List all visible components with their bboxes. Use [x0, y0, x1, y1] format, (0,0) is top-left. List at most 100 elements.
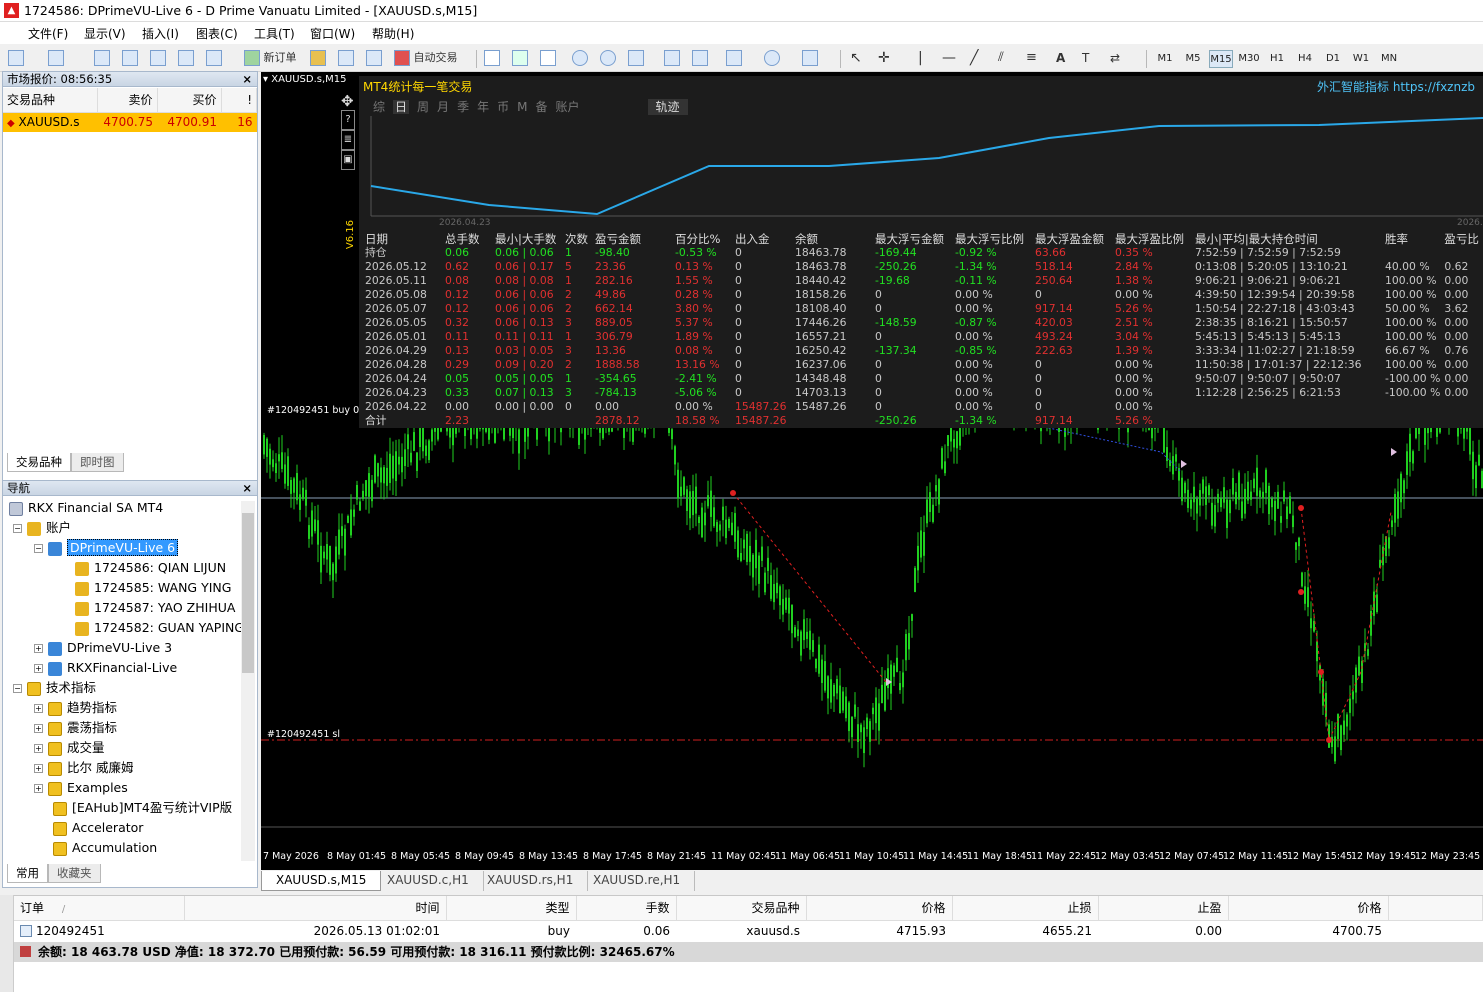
nav-oscillators[interactable]: + 震荡指标 — [34, 718, 117, 738]
crosshair-icon[interactable]: ✛ — [878, 49, 890, 67]
nav-eahub[interactable]: [EAHub]MT4盈亏统计VIP版 — [53, 798, 232, 818]
line-chart-icon[interactable] — [540, 49, 556, 67]
menu-help[interactable]: 帮助(H) — [372, 25, 414, 42]
tab-day[interactable]: 日 — [393, 100, 410, 114]
menu-view[interactable]: 显示(V) — [84, 25, 126, 42]
col-time[interactable]: 时间 — [184, 896, 447, 921]
nav-account-1724582[interactable]: 1724582: GUAN YAPING — [75, 618, 244, 638]
text-label-icon[interactable]: T — [1082, 49, 1089, 67]
market-watch-row[interactable]: ◆ XAUUSD.s 4700.75 4700.91 16 — [3, 112, 257, 132]
nav-server[interactable]: RKX Financial SA MT4 — [9, 498, 163, 518]
chart-tab-xauusd-c-h1[interactable]: XAUUSD.c,H1 — [373, 871, 484, 891]
nav-account-1724587[interactable]: 1724587: YAO ZHIHUA — [75, 598, 235, 618]
vertical-line-icon[interactable]: | — [918, 49, 923, 67]
col-symbol[interactable]: 交易品种 — [3, 88, 98, 113]
col-type[interactable]: 类型 — [446, 896, 577, 921]
col-symbol[interactable]: 交易品种 — [676, 896, 807, 921]
arrows-icon[interactable]: ⇄ — [1110, 49, 1120, 67]
menu-window[interactable]: 窗口(W) — [310, 25, 355, 42]
menu-tools[interactable]: 工具(T) — [254, 25, 295, 42]
timeframe-w1[interactable]: W1 — [1349, 50, 1373, 68]
nav-account-1724585[interactable]: 1724585: WANG YING — [75, 578, 231, 598]
timeframe-m1[interactable]: M1 — [1153, 50, 1177, 68]
nav-examples[interactable]: + Examples — [34, 778, 128, 798]
collapse-icon[interactable]: − — [13, 524, 22, 533]
nav-bill-williams[interactable]: + 比尔 威廉姆 — [34, 758, 133, 778]
nav-account-1724586[interactable]: 1724586: QIAN LIJUN — [75, 558, 226, 578]
nav-accounts[interactable]: − 账户 — [13, 518, 71, 538]
nav-accumulation[interactable]: Accumulation — [53, 838, 157, 858]
chart-shift-icon[interactable] — [692, 49, 708, 67]
menu-charts[interactable]: 图表(C) — [196, 25, 238, 42]
tab-note[interactable]: 备 — [535, 100, 547, 114]
col-current-price[interactable]: 价格 — [1228, 896, 1389, 921]
col-order[interactable]: 订单 / — [14, 896, 185, 921]
move-icon[interactable]: ✥ — [341, 92, 355, 110]
tab-magic[interactable]: M — [517, 100, 527, 114]
expand-icon[interactable]: + — [34, 644, 43, 653]
auto-scroll-icon[interactable] — [664, 49, 680, 67]
nav-accelerator[interactable]: Accelerator — [53, 818, 143, 838]
profiles-icon[interactable] — [48, 49, 64, 67]
nav-terminal-live6[interactable]: − DPrimeVU-Live 6 — [34, 538, 179, 558]
zoom-out-icon[interactable] — [600, 49, 616, 67]
col-sl[interactable]: 止损 — [952, 896, 1099, 921]
nav-terminal-rkx[interactable]: + RKXFinancial-Live — [34, 658, 177, 678]
chart-tab-xauusd-s-m15[interactable]: XAUUSD.s,M15 — [261, 871, 382, 891]
timeframe-h1[interactable]: H1 — [1265, 50, 1289, 68]
new-chart-icon[interactable] — [8, 49, 24, 67]
nav-indicators[interactable]: − 技术指标 — [13, 678, 96, 698]
timeframe-m15[interactable]: M15 — [1209, 50, 1233, 68]
col-lots[interactable]: 手数 — [576, 896, 677, 921]
cursor-icon[interactable]: ↖ — [850, 49, 862, 67]
tab-favorites[interactable]: 收藏夹 — [48, 864, 101, 883]
tester-icon[interactable] — [206, 49, 222, 67]
periods-icon[interactable] — [764, 49, 780, 67]
bar-chart-icon[interactable] — [484, 49, 500, 67]
indicators-icon[interactable] — [726, 49, 742, 67]
close-icon[interactable]: × — [242, 481, 252, 496]
horizontal-line-icon[interactable]: — — [942, 49, 956, 67]
col-spread[interactable]: ! — [221, 88, 257, 113]
order-row[interactable]: 120492451 2026.05.13 01:02:01 buy 0.06 x… — [14, 920, 1483, 941]
expand-icon[interactable]: + — [34, 724, 43, 733]
col-price[interactable]: 价格 — [806, 896, 953, 921]
help-icon[interactable]: ? — [341, 110, 355, 130]
navigator-scrollbar[interactable] — [241, 501, 255, 861]
timeframe-mn[interactable]: MN — [1377, 50, 1401, 68]
nav-terminal-live3[interactable]: + DPrimeVU-Live 3 — [34, 638, 172, 658]
timeframe-m30[interactable]: M30 — [1237, 50, 1261, 68]
crosshair-tool-icon[interactable] — [122, 49, 138, 67]
scrollbar-thumb[interactable] — [242, 513, 254, 673]
auto-trading-button[interactable]: 自动交易 — [394, 49, 458, 67]
fibonacci-icon[interactable]: ≡ — [1026, 49, 1037, 67]
menu-file[interactable]: 文件(F) — [28, 25, 68, 42]
col-bid[interactable]: 卖价 — [97, 88, 158, 113]
chart-tab-xauusd-re-h1[interactable]: XAUUSD.re,H1 — [579, 871, 696, 891]
new-order-button[interactable]: 新订单 — [244, 49, 297, 67]
tab-account[interactable]: 账户 — [555, 100, 579, 114]
tab-currency[interactable]: 币 — [497, 100, 509, 114]
signals-icon[interactable] — [338, 49, 354, 67]
tile-windows-icon[interactable] — [628, 49, 644, 67]
timeframe-m5[interactable]: M5 — [1181, 50, 1205, 68]
tab-month[interactable]: 月 — [437, 100, 449, 114]
expand-icon[interactable]: + — [34, 744, 43, 753]
expand-icon[interactable]: + — [34, 764, 43, 773]
nav-volumes[interactable]: + 成交量 — [34, 738, 105, 758]
menu-insert[interactable]: 插入(I) — [142, 25, 179, 42]
timeframe-h4[interactable]: H4 — [1293, 50, 1317, 68]
channel-icon[interactable]: ⫽ — [998, 49, 1004, 67]
candlestick-icon[interactable] — [512, 49, 528, 67]
expand-icon[interactable]: + — [34, 704, 43, 713]
collapse-icon[interactable]: − — [13, 684, 22, 693]
expand-icon[interactable]: + — [34, 664, 43, 673]
tab-quarter[interactable]: 季 — [457, 100, 469, 114]
col-tp[interactable]: 止盈 — [1098, 896, 1229, 921]
tab-tick-chart[interactable]: 即时图 — [71, 453, 124, 472]
tab-summary[interactable]: 综 — [373, 100, 385, 114]
tab-symbols[interactable]: 交易品种 — [7, 453, 71, 472]
timeframe-d1[interactable]: D1 — [1321, 50, 1345, 68]
templates-icon[interactable] — [802, 49, 818, 67]
col-ask[interactable]: 买价 — [157, 88, 222, 113]
